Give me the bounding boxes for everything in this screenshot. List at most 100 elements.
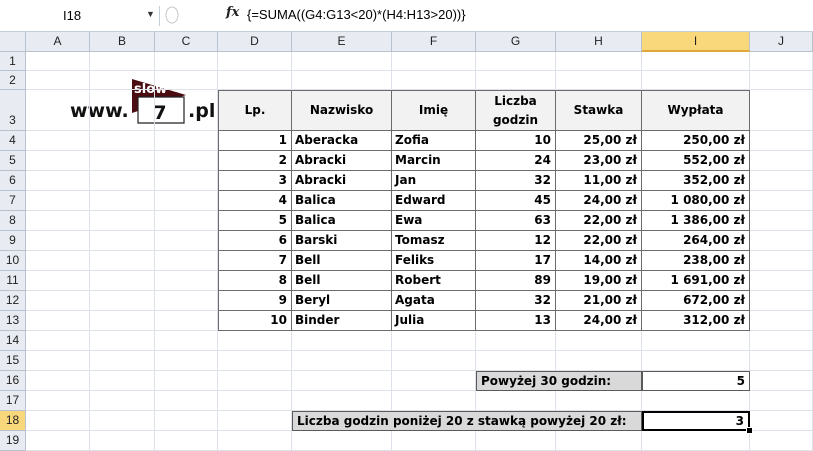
table-cell[interactable]: 12 (476, 231, 556, 251)
table-cell[interactable]: 24,00 zł (556, 311, 642, 331)
column-header-h[interactable]: H (556, 32, 642, 52)
table-cell[interactable]: 23,00 zł (556, 151, 642, 171)
column-header-b[interactable]: B (90, 32, 155, 52)
table-cell[interactable]: Feliks (392, 251, 476, 271)
row-header-13[interactable]: 13 (0, 311, 26, 331)
table-cell[interactable]: 11,00 zł (556, 171, 642, 191)
fill-handle[interactable] (746, 427, 753, 434)
table-cell[interactable]: 32 (476, 171, 556, 191)
table-cell[interactable]: Tomasz (392, 231, 476, 251)
table-cell[interactable]: 3 (218, 171, 292, 191)
column-header-a[interactable]: A (26, 32, 90, 52)
table-cell[interactable]: 24,00 zł (556, 191, 642, 211)
table-cell[interactable]: 32 (476, 291, 556, 311)
row-header-8[interactable]: 8 (0, 211, 26, 231)
table-cell[interactable]: 89 (476, 271, 556, 291)
table-cell[interactable]: 21,00 zł (556, 291, 642, 311)
row-header-3[interactable]: 3 (0, 90, 26, 131)
column-header-f[interactable]: F (392, 32, 476, 52)
chevron-down-icon[interactable]: ▼ (146, 9, 155, 19)
table-cell[interactable]: 5 (218, 211, 292, 231)
table-cell[interactable]: Zofia (392, 131, 476, 151)
row-header-6[interactable]: 6 (0, 171, 26, 191)
table-cell[interactable]: 1 (218, 131, 292, 151)
table-cell[interactable]: 10 (476, 131, 556, 151)
row-header-17[interactable]: 17 (0, 391, 26, 411)
table-cell[interactable]: Ewa (392, 211, 476, 231)
table-cell[interactable]: Beryl (292, 291, 392, 311)
above-30-label[interactable]: Powyżej 30 godzin: (476, 371, 642, 391)
table-cell[interactable]: 19,00 zł (556, 271, 642, 291)
table-cell[interactable]: 1 386,00 zł (642, 211, 750, 231)
table-cell[interactable]: 45 (476, 191, 556, 211)
row-header-11[interactable]: 11 (0, 271, 26, 291)
table-cell[interactable]: 14,00 zł (556, 251, 642, 271)
table-cell[interactable]: Bell (292, 271, 392, 291)
active-cell-i18[interactable]: 3 (642, 411, 750, 431)
table-cell[interactable]: 1 691,00 zł (642, 271, 750, 291)
table-cell[interactable]: Marcin (392, 151, 476, 171)
table-cell[interactable]: Binder (292, 311, 392, 331)
table-cell[interactable]: Robert (392, 271, 476, 291)
table-cell[interactable]: 22,00 zł (556, 211, 642, 231)
table-cell[interactable]: 24 (476, 151, 556, 171)
table-cell[interactable]: 7 (218, 251, 292, 271)
table-cell[interactable]: 1 080,00 zł (642, 191, 750, 211)
row-header-14[interactable]: 14 (0, 331, 26, 351)
table-cell[interactable]: Bell (292, 251, 392, 271)
table-cell[interactable]: Julia (392, 311, 476, 331)
table-header-cell[interactable]: Imię (392, 90, 476, 131)
table-cell[interactable]: 8 (218, 271, 292, 291)
table-cell[interactable]: 312,00 zł (642, 311, 750, 331)
below-20-label[interactable]: Liczba godzin poniżej 20 z stawką powyże… (292, 411, 642, 431)
table-cell[interactable]: Aberacka (292, 131, 392, 151)
row-header-7[interactable]: 7 (0, 191, 26, 211)
column-header-d[interactable]: D (218, 32, 292, 52)
column-header-c[interactable]: C (155, 32, 218, 52)
table-cell[interactable]: 264,00 zł (642, 231, 750, 251)
table-cell[interactable]: 552,00 zł (642, 151, 750, 171)
table-cell[interactable]: 25,00 zł (556, 131, 642, 151)
row-header-15[interactable]: 15 (0, 351, 26, 371)
table-header-cell[interactable]: Lp. (218, 90, 292, 131)
column-header-g[interactable]: G (476, 32, 556, 52)
table-cell[interactable]: 63 (476, 211, 556, 231)
table-cell[interactable]: 4 (218, 191, 292, 211)
table-cell[interactable]: 672,00 zł (642, 291, 750, 311)
table-cell[interactable]: 13 (476, 311, 556, 331)
name-box[interactable]: I18 ▼ (0, 6, 160, 26)
table-cell[interactable]: 250,00 zł (642, 131, 750, 151)
table-cell[interactable]: Abracki (292, 171, 392, 191)
row-header-1[interactable]: 1 (0, 52, 26, 71)
row-header-10[interactable]: 10 (0, 251, 26, 271)
table-cell[interactable]: 352,00 zł (642, 171, 750, 191)
table-cell[interactable]: Abracki (292, 151, 392, 171)
row-header-2[interactable]: 2 (0, 71, 26, 90)
row-header-5[interactable]: 5 (0, 151, 26, 171)
table-cell[interactable]: Edward (392, 191, 476, 211)
column-header-j[interactable]: J (750, 32, 813, 52)
table-cell[interactable]: Balica (292, 211, 392, 231)
formula-input[interactable]: {=SUMA((G4:G13<20)*(H4:H13>20))} (247, 7, 466, 22)
table-header-cell[interactable]: Stawka (556, 90, 642, 131)
table-cell[interactable]: Agata (392, 291, 476, 311)
row-header-4[interactable]: 4 (0, 131, 26, 151)
table-cell[interactable]: 6 (218, 231, 292, 251)
table-header-cell[interactable]: Nazwisko (292, 90, 392, 131)
row-header-9[interactable]: 9 (0, 231, 26, 251)
table-cell[interactable]: 2 (218, 151, 292, 171)
table-cell[interactable]: 238,00 zł (642, 251, 750, 271)
table-cell[interactable]: Barski (292, 231, 392, 251)
above-30-value-cell[interactable]: 5 (642, 371, 750, 391)
table-cell[interactable]: 22,00 zł (556, 231, 642, 251)
table-cell[interactable]: 9 (218, 291, 292, 311)
column-header-e[interactable]: E (292, 32, 392, 52)
row-header-12[interactable]: 12 (0, 291, 26, 311)
row-header-16[interactable]: 16 (0, 371, 26, 391)
column-header-i[interactable]: I (642, 32, 750, 52)
table-header-cell[interactable]: Wypłata (642, 90, 750, 131)
table-cell[interactable]: 10 (218, 311, 292, 331)
table-cell[interactable]: Balica (292, 191, 392, 211)
table-cell[interactable]: Jan (392, 171, 476, 191)
select-all-corner[interactable] (0, 32, 26, 52)
